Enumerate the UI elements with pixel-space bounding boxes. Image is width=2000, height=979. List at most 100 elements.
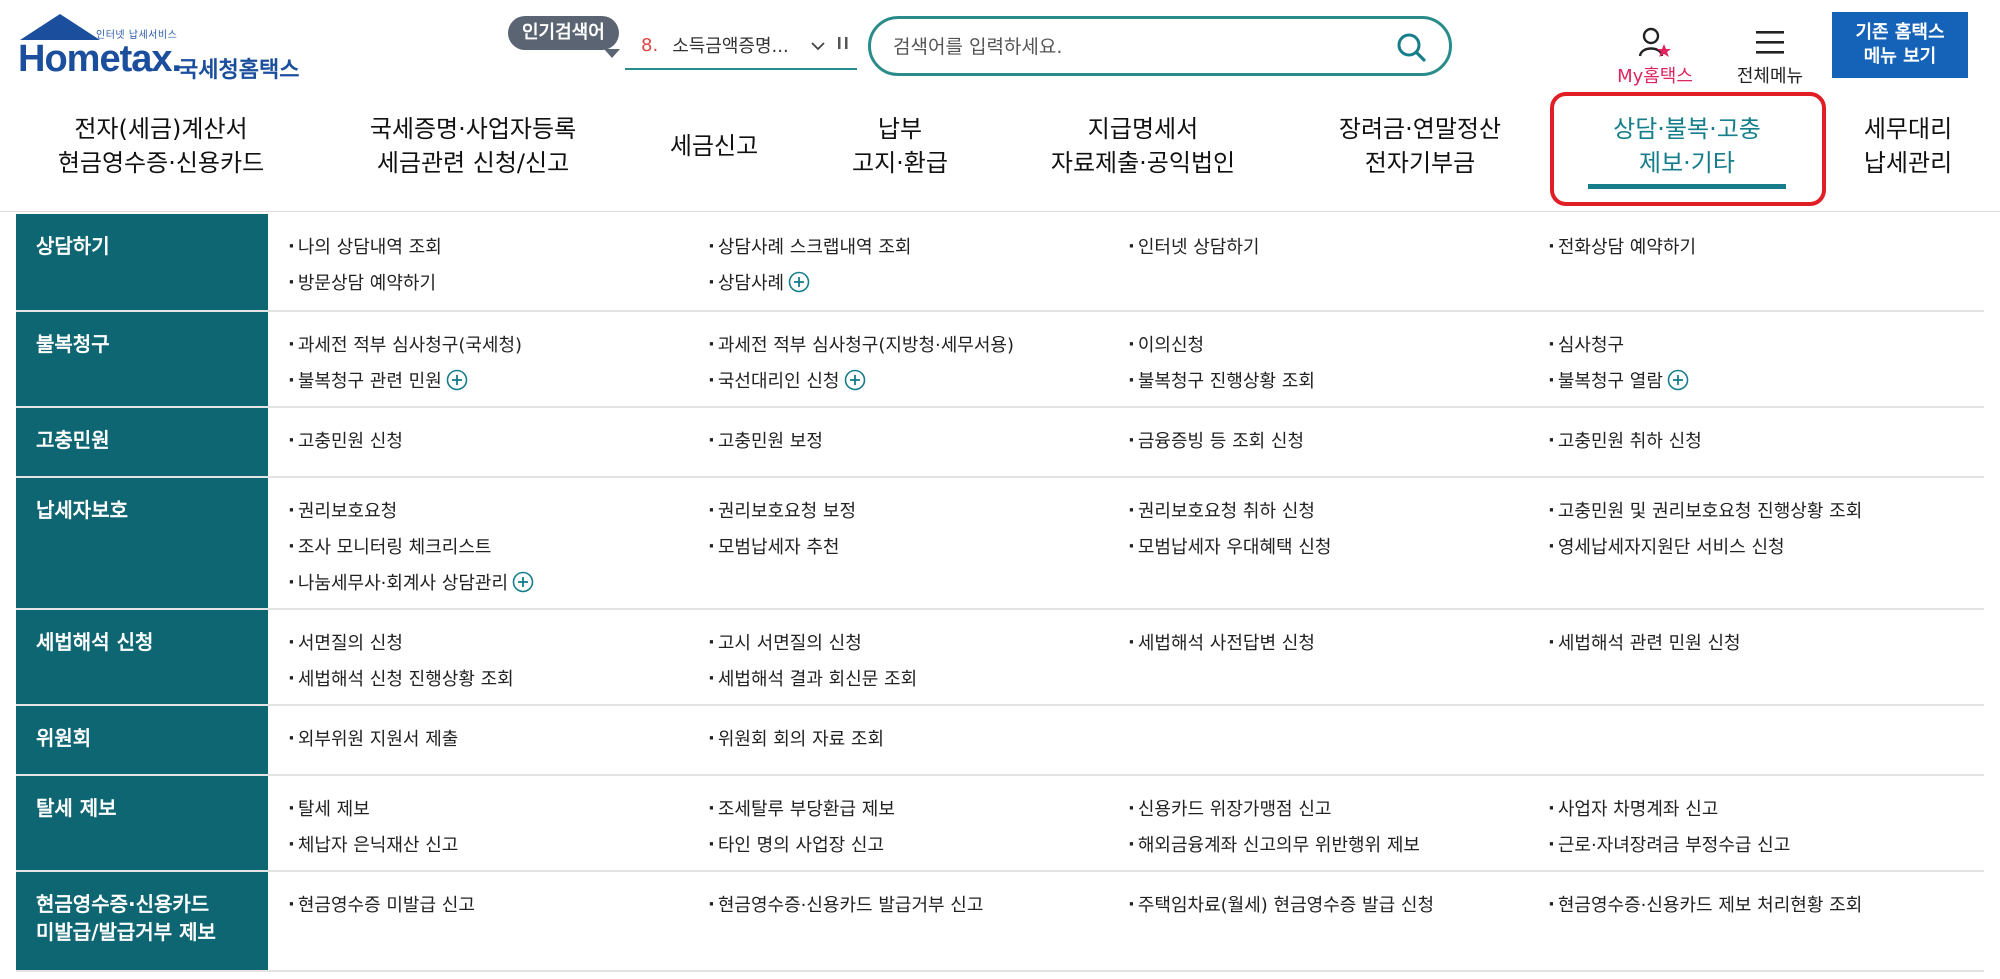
submenu-link[interactable]: 불복청구 열람 bbox=[1548, 362, 1968, 398]
submenu-link[interactable]: 권리보호요청 보정 bbox=[708, 492, 1128, 528]
submenu-link[interactable]: 주택임차료(월세) 현금영수증 발급 신청 bbox=[1128, 886, 1548, 922]
submenu-link[interactable]: 과세전 적부 심사청구(국세청) bbox=[288, 326, 708, 362]
chevron-down-icon[interactable] bbox=[807, 36, 829, 55]
submenu-link[interactable]: 금융증빙 등 조회 신청 bbox=[1128, 422, 1548, 458]
submenu-link[interactable]: 나의 상담내역 조회 bbox=[288, 228, 708, 264]
category-label: 세법해석 신청 bbox=[16, 610, 268, 704]
submenu-link[interactable]: 심사청구 bbox=[1548, 326, 1968, 362]
submenu-link[interactable]: 모범납세자 우대혜택 신청 bbox=[1128, 528, 1548, 564]
submenu-link[interactable]: 고충민원 신청 bbox=[288, 422, 708, 458]
submenu-link-text: 국선대리인 신청 bbox=[717, 371, 840, 392]
user-icon bbox=[1638, 26, 1672, 60]
submenu-link[interactable]: 세법해석 관련 민원 신청 bbox=[1548, 624, 1968, 660]
category-label-line: 탈세 제보 bbox=[36, 796, 117, 820]
submenu-links: 현금영수증 미발급 신고 현금영수증·신용카드 발급거부 신고 주택임차료(월세) … bbox=[268, 872, 1984, 970]
submenu-link[interactable]: 세법해석 사전답변 신청 bbox=[1128, 624, 1548, 660]
submenu-link[interactable]: 과세전 적부 심사청구(지방청·세무서용) bbox=[708, 326, 1128, 362]
category-label-line: 현금영수증·신용카드 bbox=[36, 892, 210, 916]
submenu-link[interactable]: 고충민원 보정 bbox=[708, 422, 1128, 458]
category-label: 상담하기 bbox=[16, 214, 268, 310]
expand-plus-icon[interactable] bbox=[788, 271, 810, 293]
submenu-row: 세법해석 신청서면질의 신청고시 서면질의 신청세법해석 사전답변 신청세법해석… bbox=[16, 610, 1984, 706]
submenu-link[interactable]: 국선대리인 신청 bbox=[708, 362, 1128, 398]
submenu-link-text: 모범납세자 추천 bbox=[717, 537, 840, 558]
submenu-link[interactable]: 사업자 차명계좌 신고 bbox=[1548, 790, 1968, 826]
submenu-link[interactable]: 탈세 제보 bbox=[288, 790, 708, 826]
gnb-tax-agent[interactable]: 세무대리 납세관리 bbox=[1856, 112, 1960, 180]
submenu-link[interactable]: 고시 서면질의 신청 bbox=[708, 624, 1128, 660]
submenu-link[interactable]: 위원회 회의 자료 조회 bbox=[708, 720, 1128, 756]
submenu-link[interactable]: 근로·자녀장려금 부정수급 신고 bbox=[1548, 826, 1968, 862]
submenu-link[interactable]: 불복청구 관련 민원 bbox=[288, 362, 708, 398]
submenu-link[interactable]: 세법해석 결과 회신문 조회 bbox=[708, 660, 1128, 696]
expand-plus-icon[interactable] bbox=[446, 369, 468, 391]
submenu-link[interactable]: 서면질의 신청 bbox=[288, 624, 708, 660]
gnb-line1: 지급명세서 bbox=[1087, 115, 1199, 143]
submenu-link[interactable]: 상담사례 스크랩내역 조회 bbox=[708, 228, 1128, 264]
pause-icon[interactable] bbox=[829, 35, 857, 55]
all-menu-button[interactable]: 전체메뉴 bbox=[1730, 28, 1810, 88]
popular-search-term[interactable]: 소득금액증명... bbox=[672, 32, 807, 58]
submenu-link-text: 현금영수증 미발급 신고 bbox=[297, 895, 475, 916]
gnb-incentives[interactable]: 장려금·연말정산 전자기부금 bbox=[1322, 112, 1518, 180]
submenu-link[interactable]: 영세납세자지원단 서비스 신청 bbox=[1548, 528, 1968, 564]
gnb-line1: 납부 bbox=[877, 115, 923, 143]
popular-search-ticker[interactable]: 8. 소득금액증명... bbox=[625, 22, 857, 70]
submenu-link-text: 서면질의 신청 bbox=[297, 633, 403, 654]
submenu-link-text: 불복청구 진행상황 조회 bbox=[1137, 371, 1315, 392]
submenu-link[interactable]: 조세탈루 부당환급 제보 bbox=[708, 790, 1128, 826]
submenu-link-text: 세법해석 결과 회신문 조회 bbox=[717, 669, 918, 690]
submenu-links: 권리보호요청 권리보호요청 보정 권리보호요청 취하 신청 고충민원 및 권리보호요청… bbox=[268, 478, 1984, 608]
gnb-certificates[interactable]: 국세증명·사업자등록 세금관련 신청/신고 bbox=[346, 112, 600, 180]
submenu-link[interactable]: 신용카드 위장가맹점 신고 bbox=[1128, 790, 1548, 826]
submenu-link[interactable]: 타인 명의 사업장 신고 bbox=[708, 826, 1128, 862]
popular-search-rank: 8. bbox=[641, 34, 659, 56]
submenu-link[interactable]: 전화상담 예약하기 bbox=[1548, 228, 1968, 264]
logo-korean-name: 국세청홈택스 bbox=[178, 58, 300, 83]
submenu-link[interactable]: 현금영수증·신용카드 제보 처리현황 조회 bbox=[1548, 886, 1968, 922]
submenu-link-text: 전화상담 예약하기 bbox=[1557, 237, 1697, 258]
category-label: 탈세 제보 bbox=[16, 776, 268, 870]
search-input[interactable] bbox=[893, 31, 1373, 63]
gnb-payment-statements[interactable]: 지급명세서 자료제출·공익법인 bbox=[1032, 112, 1254, 180]
submenu-link[interactable]: 외부위원 지원서 제출 bbox=[288, 720, 708, 756]
gnb-line1: 장려금·연말정산 bbox=[1338, 115, 1502, 143]
main-navigation: 전자(세금)계산서 현금영수증·신용카드 국세증명·사업자등록 세금관련 신청/… bbox=[0, 92, 2000, 212]
submenu-link-text: 고충민원 및 권리보호요청 진행상황 조회 bbox=[1557, 501, 1863, 522]
submenu-link[interactable]: 모범납세자 추천 bbox=[708, 528, 1128, 564]
submenu-link[interactable]: 상담사례 bbox=[708, 264, 1128, 300]
submenu-link[interactable]: 세법해석 신청 진행상황 조회 bbox=[288, 660, 708, 696]
submenu-link-text: 권리보호요청 bbox=[297, 501, 398, 522]
submenu-link-text: 심사청구 bbox=[1557, 335, 1625, 356]
expand-plus-icon[interactable] bbox=[1667, 369, 1689, 391]
gnb-tax-filing[interactable]: 세금신고 bbox=[662, 129, 766, 163]
gnb-e-invoice[interactable]: 전자(세금)계산서 현금영수증·신용카드 bbox=[44, 112, 278, 180]
category-label-line: 고충민원 bbox=[36, 428, 110, 452]
header: 인터넷 납세서비스 Hometax. 국세청홈택스 인기검색어 8. 소득금액증… bbox=[0, 0, 2000, 96]
submenu-link[interactable]: 고충민원 취하 신청 bbox=[1548, 422, 1968, 458]
submenu-link[interactable]: 현금영수증·신용카드 발급거부 신고 bbox=[708, 886, 1128, 922]
submenu-link[interactable]: 권리보호요청 취하 신청 bbox=[1128, 492, 1548, 528]
submenu-link[interactable]: 인터넷 상담하기 bbox=[1128, 228, 1548, 264]
old-hometax-menu-button[interactable]: 기존 홈택스 메뉴 보기 bbox=[1832, 12, 1968, 78]
old-hometax-line1: 기존 홈택스 bbox=[1855, 22, 1945, 43]
expand-plus-icon[interactable] bbox=[512, 571, 534, 593]
submenu-link[interactable]: 이의신청 bbox=[1128, 326, 1548, 362]
gnb-payment[interactable]: 납부 고지·환급 bbox=[828, 112, 972, 180]
submenu-link[interactable]: 현금영수증 미발급 신고 bbox=[288, 886, 708, 922]
hometax-logo[interactable]: 인터넷 납세서비스 Hometax. 국세청홈택스 bbox=[18, 14, 308, 84]
submenu-links: 나의 상담내역 조회 상담사례 스크랩내역 조회 인터넷 상담하기 전화상담 예약하기… bbox=[268, 214, 1984, 310]
submenu-link-text: 상담사례 bbox=[717, 273, 785, 294]
search-icon[interactable] bbox=[1395, 31, 1427, 63]
submenu-link[interactable]: 불복청구 진행상황 조회 bbox=[1128, 362, 1548, 398]
submenu-link[interactable]: 조사 모니터링 체크리스트 bbox=[288, 528, 708, 564]
submenu-link[interactable]: 고충민원 및 권리보호요청 진행상황 조회 bbox=[1548, 492, 1968, 528]
submenu-link-text: 해외금융계좌 신고의무 위반행위 제보 bbox=[1137, 835, 1420, 856]
my-hometax-button[interactable]: My홈택스 bbox=[1612, 26, 1698, 88]
submenu-link[interactable]: 해외금융계좌 신고의무 위반행위 제보 bbox=[1128, 826, 1548, 862]
submenu-link[interactable]: 나눔세무사·회계사 상담관리 bbox=[288, 564, 708, 600]
submenu-link[interactable]: 방문상담 예약하기 bbox=[288, 264, 708, 300]
expand-plus-icon[interactable] bbox=[844, 369, 866, 391]
submenu-link[interactable]: 권리보호요청 bbox=[288, 492, 708, 528]
submenu-link[interactable]: 체납자 은닉재산 신고 bbox=[288, 826, 708, 862]
